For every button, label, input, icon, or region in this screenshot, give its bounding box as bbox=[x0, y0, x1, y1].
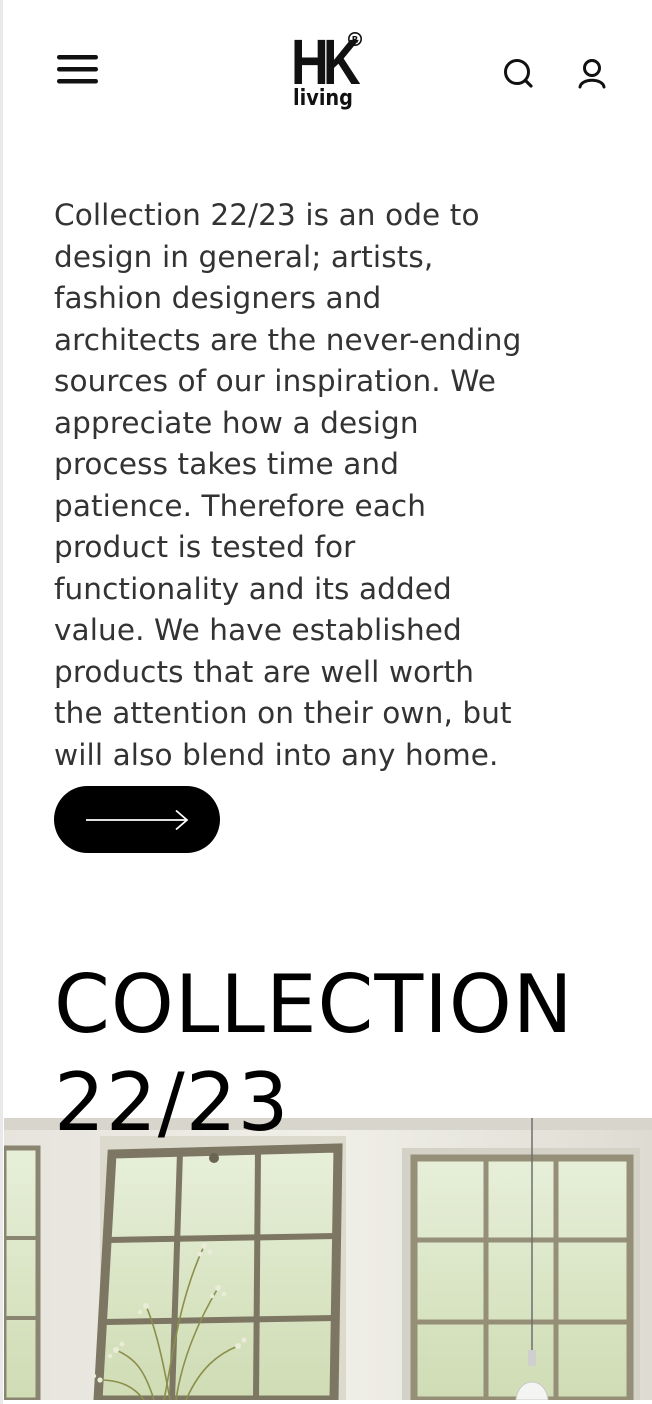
collection-heading-line2: 22/23 bbox=[54, 1056, 290, 1149]
brand-logo[interactable]: HK living R bbox=[288, 26, 368, 112]
svg-text:living: living bbox=[293, 86, 353, 111]
discover-arrow-button[interactable] bbox=[54, 786, 220, 853]
account-button[interactable] bbox=[572, 54, 612, 94]
arrow-right-icon bbox=[86, 809, 189, 831]
user-icon bbox=[578, 59, 606, 89]
page-edge bbox=[0, 0, 3, 1404]
hk-living-logo: HK living R bbox=[291, 26, 368, 111]
svg-text:R: R bbox=[352, 35, 359, 45]
collection-intro-text: Collection 22/23 is an ode to design in … bbox=[54, 198, 522, 772]
hamburger-menu-icon bbox=[57, 55, 98, 84]
window-interior-illustration bbox=[4, 1118, 652, 1400]
search-button[interactable] bbox=[498, 54, 538, 94]
search-icon bbox=[504, 59, 533, 88]
collection-hero-image bbox=[4, 1118, 652, 1400]
site-header: HK living R bbox=[0, 0, 652, 140]
menu-button[interactable] bbox=[52, 48, 104, 92]
collection-heading: COLLECTION 22/23 bbox=[54, 956, 614, 1152]
collection-heading-line1: COLLECTION bbox=[54, 958, 574, 1051]
